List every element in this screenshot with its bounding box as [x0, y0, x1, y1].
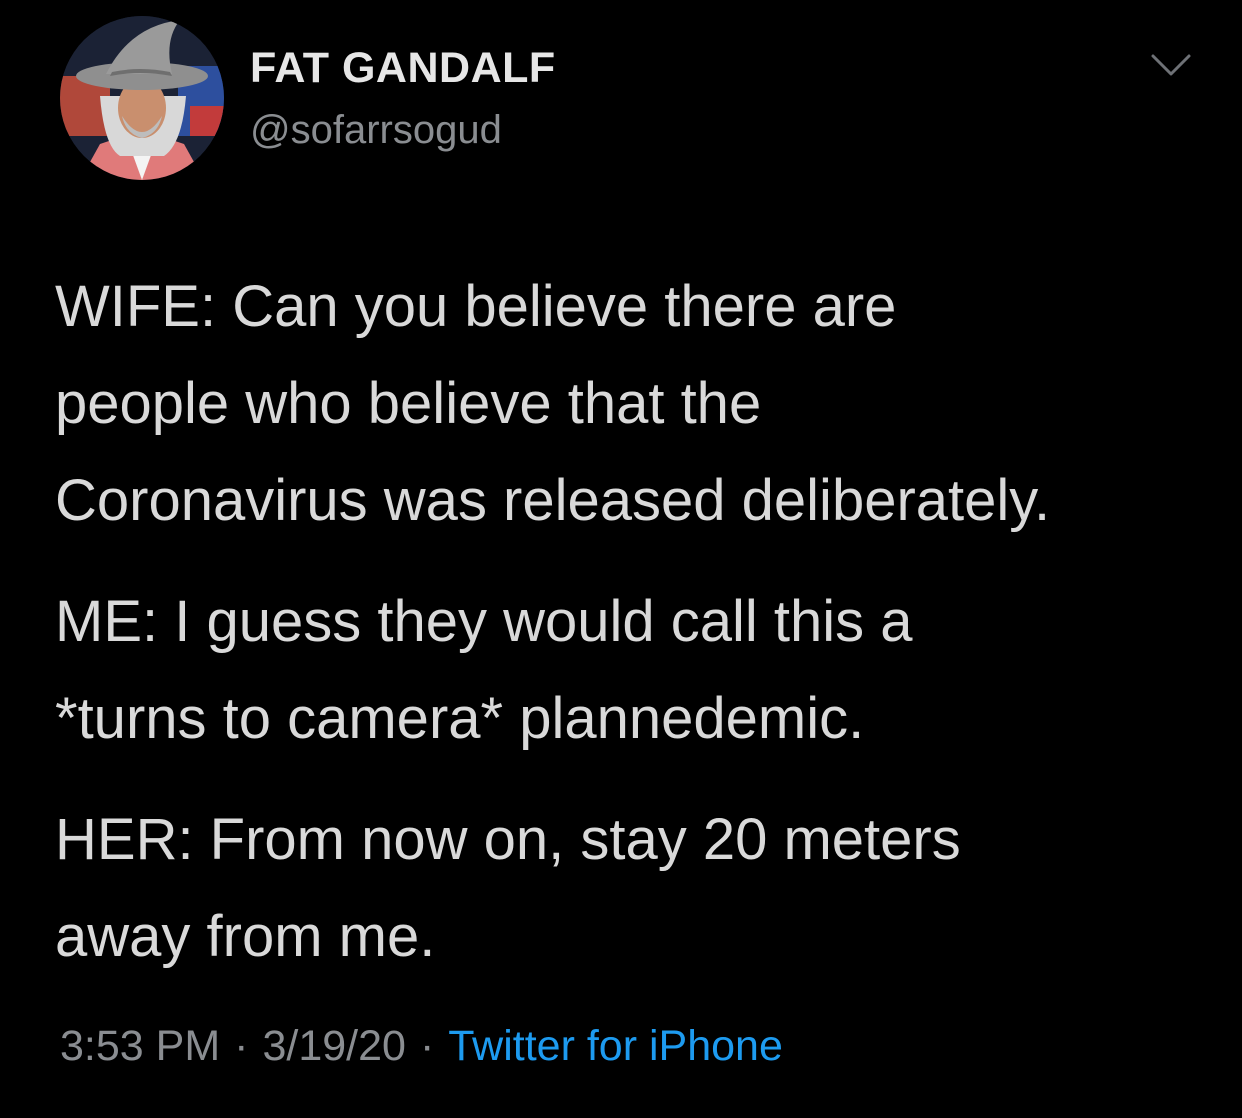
author-handle[interactable]: @sofarrsogud	[250, 108, 502, 153]
tweet-header: FAT GANDALF @sofarrsogud	[0, 0, 1242, 200]
tweet-time[interactable]: 3:53 PM	[60, 1022, 220, 1070]
tweet-line: Coronavirus was released deliberately.	[55, 468, 1051, 533]
meta-separator: ·	[234, 1022, 249, 1070]
tweet-text: WIFE: Can you believe there are people w…	[55, 258, 1205, 985]
author-display-name[interactable]: FAT GANDALF	[250, 44, 556, 93]
tweet-line: WIFE: Can you believe there are	[55, 274, 897, 339]
chevron-down-icon[interactable]	[1150, 50, 1192, 80]
author-avatar[interactable]	[60, 16, 224, 180]
tweet-metadata: 3:53 PM · 3/19/20 · Twitter for iPhone	[60, 1022, 783, 1071]
tweet-paragraph: WIFE: Can you believe there are people w…	[55, 258, 1205, 549]
tweet-paragraph: HER: From now on, stay 20 meters away fr…	[55, 791, 1205, 985]
tweet-line: *turns to camera* plannedemic.	[55, 686, 865, 751]
tweet-line: away from me.	[55, 904, 436, 969]
tweet-line: HER: From now on, stay 20 meters	[55, 807, 961, 872]
meta-separator: ·	[419, 1022, 435, 1070]
tweet-paragraph: ME: I guess they would call this a *turn…	[55, 573, 1205, 767]
tweet-source-link[interactable]: Twitter for iPhone	[448, 1022, 783, 1070]
tweet-line: people who believe that the	[55, 371, 762, 436]
tweet-date[interactable]: 3/19/20	[262, 1022, 405, 1070]
avatar-image	[60, 16, 224, 180]
tweet-line: ME: I guess they would call this a	[55, 589, 913, 654]
